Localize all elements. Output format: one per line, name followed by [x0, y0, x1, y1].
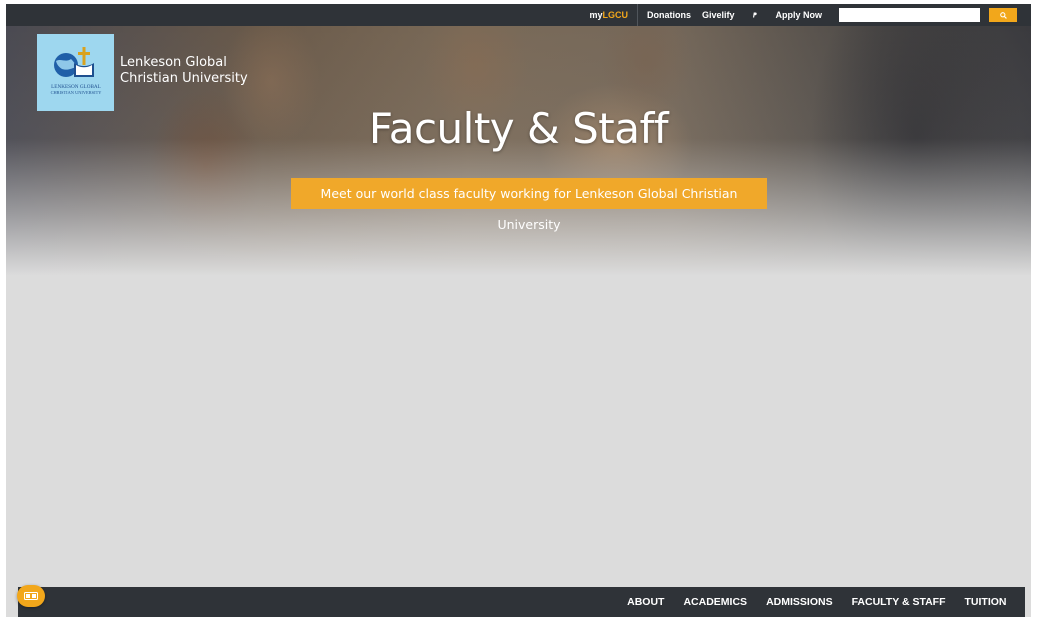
accessibility-toggle-button[interactable]: [17, 585, 45, 607]
globe-cross-logo-icon: LENKESON GLOBAL CHRISTIAN UNIVERSITY: [50, 46, 102, 95]
paypal-link[interactable]: [744, 4, 766, 26]
university-name-line2: Christian University: [120, 71, 248, 86]
main-nav-items: ABOUT ACADEMICS ADMISSIONS FACULTY & STA…: [618, 587, 1016, 617]
hero-subtitle-banner: Meet our world class faculty working for…: [291, 178, 767, 232]
nav-item-academics[interactable]: ACADEMICS: [674, 596, 757, 608]
paypal-icon: [752, 12, 757, 18]
nav-item-about[interactable]: ABOUT: [618, 596, 674, 608]
university-name-line1: Lenkeson Global: [120, 55, 227, 70]
mylgcu-highlight: LGCU: [602, 10, 628, 20]
main-navigation-bar: ABOUT ACADEMICS ADMISSIONS FACULTY & STA…: [18, 587, 1025, 617]
nav-item-tuition[interactable]: TUITION: [955, 596, 1016, 608]
top-utility-bar: myLGCU Donations Givelify Apply Now: [6, 4, 1031, 26]
accessibility-toggle-icon: [24, 592, 38, 600]
nav-item-admissions[interactable]: ADMISSIONS: [757, 596, 843, 608]
logo-caption-line2: CHRISTIAN UNIVERSITY: [50, 90, 102, 95]
top-links: myLGCU Donations Givelify Apply Now: [580, 4, 1031, 26]
mylgcu-link[interactable]: myLGCU: [580, 4, 637, 26]
mylgcu-prefix: my: [589, 10, 603, 20]
hero-banner: LENKESON GLOBAL CHRISTIAN UNIVERSITY Len…: [6, 26, 1031, 276]
university-name[interactable]: Lenkeson Global Christian University: [120, 55, 248, 87]
university-logo[interactable]: LENKESON GLOBAL CHRISTIAN UNIVERSITY: [37, 34, 114, 111]
givelify-link[interactable]: Givelify: [700, 4, 744, 26]
page-title: Faculty & Staff: [368, 104, 669, 153]
nav-item-faculty-staff[interactable]: FACULTY & STAFF: [842, 596, 955, 608]
page-frame: myLGCU Donations Givelify Apply Now LENK…: [6, 4, 1031, 617]
search-input[interactable]: [839, 8, 980, 22]
search-icon: [999, 11, 1007, 19]
donations-link[interactable]: Donations: [636, 4, 700, 26]
apply-now-link[interactable]: Apply Now: [766, 4, 834, 26]
search-button[interactable]: [989, 8, 1017, 22]
